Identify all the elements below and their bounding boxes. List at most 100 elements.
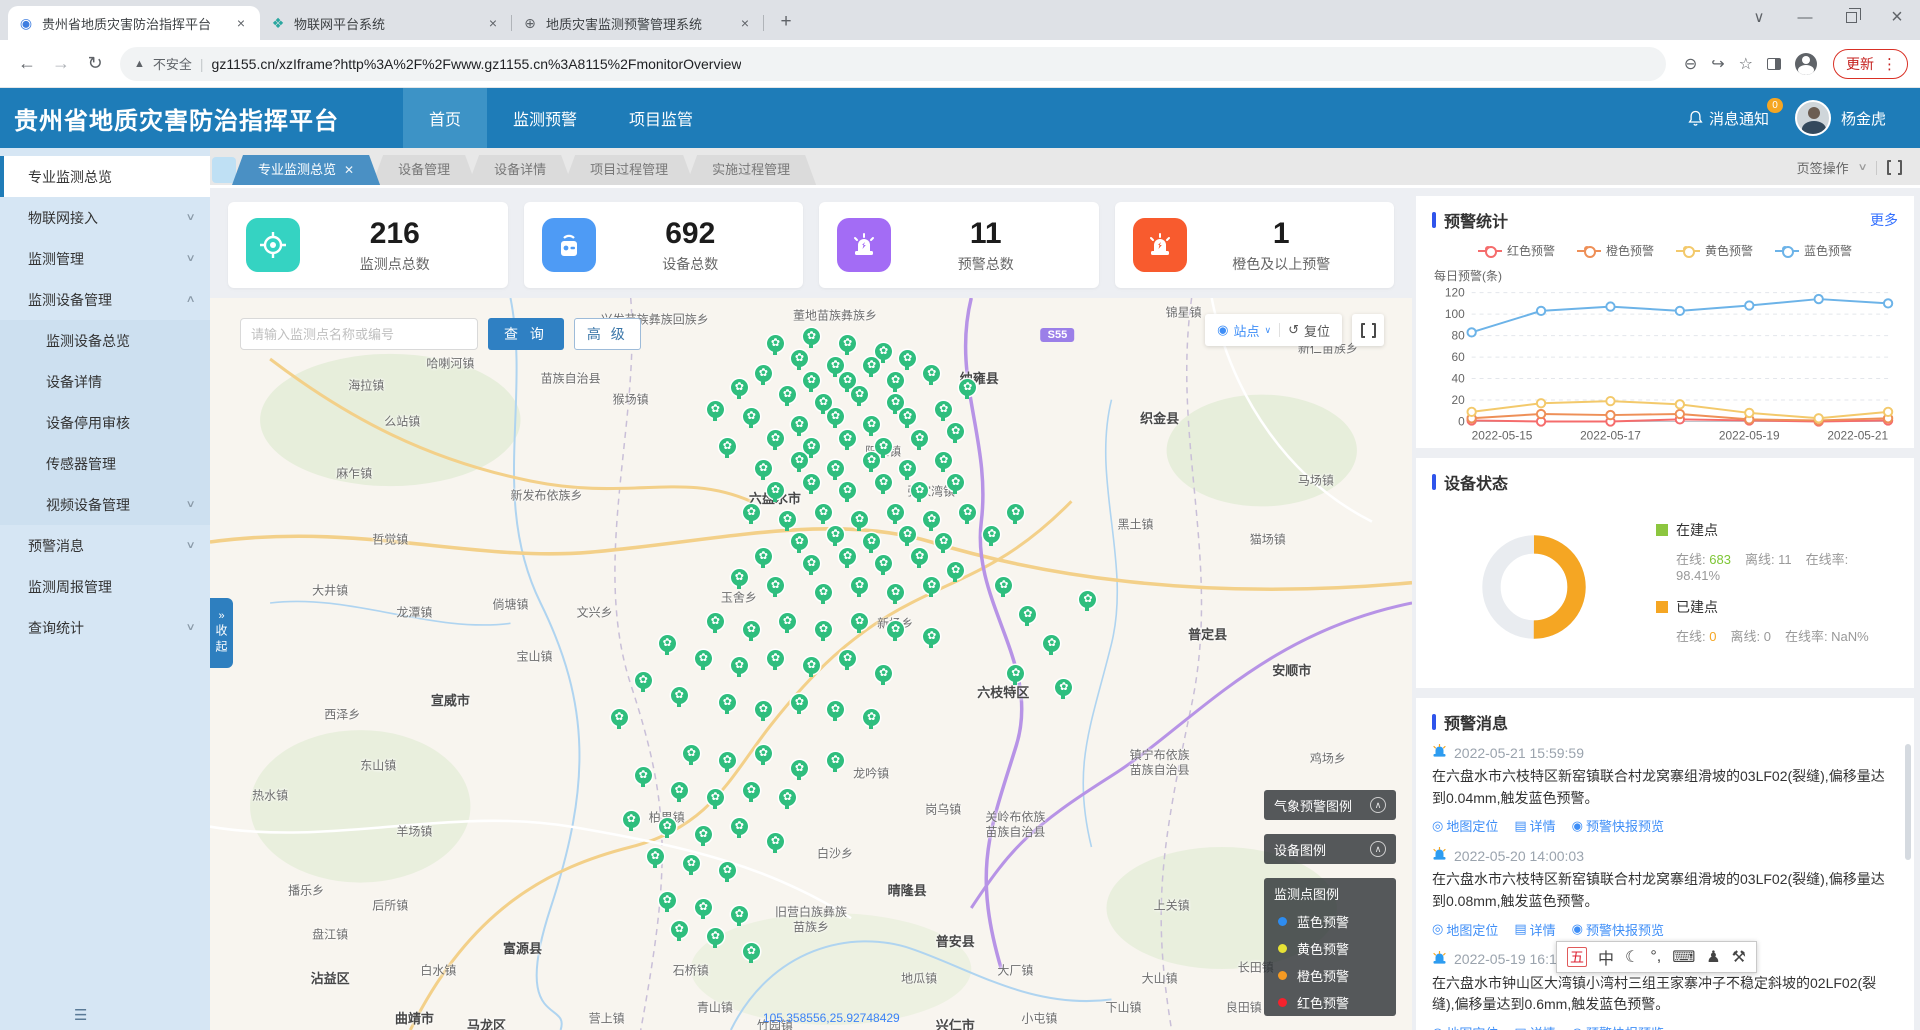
monitor-point-marker[interactable]: ✿ xyxy=(695,650,712,667)
reload-icon[interactable]: ↻ xyxy=(80,49,110,79)
monitor-point-marker[interactable]: ✿ xyxy=(815,584,832,601)
side-panel-icon[interactable] xyxy=(1767,58,1781,70)
monitor-point-marker[interactable]: ✿ xyxy=(839,482,856,499)
more-link[interactable]: 更多 xyxy=(1870,210,1898,230)
monitor-point-marker[interactable]: ✿ xyxy=(911,482,928,499)
monitor-point-marker[interactable]: ✿ xyxy=(779,511,796,528)
monitor-point-marker[interactable]: ✿ xyxy=(719,862,736,879)
message-link-详情[interactable]: ▤详情 xyxy=(1514,816,1555,835)
monitor-point-marker[interactable]: ✿ xyxy=(743,943,760,960)
zoom-out-icon[interactable]: ⊖ xyxy=(1684,54,1697,74)
bookmark-star-icon[interactable]: ☆ xyxy=(1739,54,1753,74)
monitor-point-marker[interactable]: ✿ xyxy=(755,745,772,762)
punctuation-key[interactable]: °, xyxy=(1650,948,1661,966)
monitor-point-marker[interactable]: ✿ xyxy=(683,745,700,762)
monitor-point-marker[interactable]: ✿ xyxy=(803,372,820,389)
reset-button[interactable]: ↺ 复位 xyxy=(1288,321,1330,340)
monitor-point-marker[interactable]: ✿ xyxy=(839,548,856,565)
monitor-point-marker[interactable]: ✿ xyxy=(815,621,832,638)
message-link-详情[interactable]: ▤详情 xyxy=(1514,1023,1555,1030)
sidebar-item-视频设备管理[interactable]: 视频设备管理∨ xyxy=(0,484,210,525)
share-icon[interactable]: ↪ xyxy=(1711,54,1724,74)
monitor-point-marker[interactable]: ✿ xyxy=(707,928,724,945)
monitor-point-marker[interactable]: ✿ xyxy=(743,782,760,799)
monitor-point-marker[interactable]: ✿ xyxy=(611,709,628,726)
settings-key[interactable]: ⚒ xyxy=(1732,947,1746,967)
monitor-point-marker[interactable]: ✿ xyxy=(791,694,808,711)
chinese-mode-key[interactable]: 中 xyxy=(1598,945,1614,969)
message-link-地图定位[interactable]: ◎地图定位 xyxy=(1432,1023,1498,1030)
monitor-point-marker[interactable]: ✿ xyxy=(1007,504,1024,521)
browser-tab[interactable]: ◉贵州省地质灾害防治指挥平台× xyxy=(8,6,260,40)
tab-ops-label[interactable]: 页签操作 xyxy=(1797,158,1849,177)
monitor-point-marker[interactable]: ✿ xyxy=(899,526,916,543)
monitor-point-marker[interactable]: ✿ xyxy=(827,460,844,477)
monitor-point-marker[interactable]: ✿ xyxy=(1007,665,1024,682)
monitor-point-marker[interactable]: ✿ xyxy=(983,526,1000,543)
monitor-point-marker[interactable]: ✿ xyxy=(815,394,832,411)
sidebar-fold-button[interactable]: » 收起 xyxy=(210,598,233,668)
monitor-point-marker[interactable]: ✿ xyxy=(635,767,652,784)
monitor-point-marker[interactable]: ✿ xyxy=(731,379,748,396)
monitor-point-marker[interactable]: ✿ xyxy=(671,687,688,704)
monitor-point-marker[interactable]: ✿ xyxy=(791,416,808,433)
site-dropdown[interactable]: ◉ 站点 ∨ xyxy=(1217,321,1271,340)
monitor-point-marker[interactable]: ✿ xyxy=(923,577,940,594)
close-icon[interactable]: × xyxy=(736,14,754,32)
monitor-point-marker[interactable]: ✿ xyxy=(719,694,736,711)
monitor-point-marker[interactable]: ✿ xyxy=(923,511,940,528)
monitor-point-marker[interactable]: ✿ xyxy=(671,921,688,938)
monitor-point-marker[interactable]: ✿ xyxy=(731,906,748,923)
message-link-预警快报预览[interactable]: ◉预警快报预览 xyxy=(1572,1023,1664,1030)
monitor-point-marker[interactable]: ✿ xyxy=(803,328,820,345)
monitor-point-marker[interactable]: ✿ xyxy=(791,760,808,777)
monitor-point-marker[interactable]: ✿ xyxy=(995,577,1012,594)
monitor-point-marker[interactable]: ✿ xyxy=(851,577,868,594)
sidebar-item-设备详情[interactable]: 设备详情 xyxy=(0,361,210,402)
monitor-point-marker[interactable]: ✿ xyxy=(839,372,856,389)
monitor-point-marker[interactable]: ✿ xyxy=(911,548,928,565)
page-tab-设备管理[interactable]: 设备管理 xyxy=(372,155,476,185)
address-bar[interactable]: ▲ 不安全 | gz1155.cn/xzIframe?http%3A%2F%2F… xyxy=(120,47,1666,81)
monitor-point-marker[interactable]: ✿ xyxy=(887,504,904,521)
monitor-point-marker[interactable]: ✿ xyxy=(959,504,976,521)
message-link-地图定位[interactable]: ◎地图定位 xyxy=(1432,816,1498,835)
sidebar-item-传感器管理[interactable]: 传感器管理 xyxy=(0,443,210,484)
monitor-point-marker[interactable]: ✿ xyxy=(815,504,832,521)
monitor-point-marker[interactable]: ✿ xyxy=(875,555,892,572)
monitor-point-marker[interactable]: ✿ xyxy=(863,416,880,433)
monitor-point-marker[interactable]: ✿ xyxy=(719,438,736,455)
monitor-point-marker[interactable]: ✿ xyxy=(659,635,676,652)
monitor-point-marker[interactable]: ✿ xyxy=(779,789,796,806)
select-area-button[interactable] xyxy=(1352,314,1384,346)
monitor-point-marker[interactable]: ✿ xyxy=(863,533,880,550)
monitor-point-marker[interactable]: ✿ xyxy=(875,665,892,682)
message-link-详情[interactable]: ▤详情 xyxy=(1514,920,1555,939)
sidebar-item-预警消息[interactable]: 预警消息∨ xyxy=(0,525,210,566)
monitor-point-marker[interactable]: ✿ xyxy=(887,621,904,638)
notifications-button[interactable]: 消息通知 0 xyxy=(1688,108,1769,129)
page-tab-专业监测总览[interactable]: 专业监测总览✕ xyxy=(232,155,380,185)
sidebar-collapse-icon[interactable]: ☰ xyxy=(74,1006,87,1024)
sidebar-item-设备停用审核[interactable]: 设备停用审核 xyxy=(0,402,210,443)
nav-item-首页[interactable]: 首页 xyxy=(403,88,487,148)
monitor-point-marker[interactable]: ✿ xyxy=(887,394,904,411)
monitor-point-marker[interactable]: ✿ xyxy=(695,826,712,843)
sidebar-item-物联网接入[interactable]: 物联网接入∨ xyxy=(0,197,210,238)
nav-item-项目监管[interactable]: 项目监管 xyxy=(603,88,719,148)
sidebar-item-监测周报管理[interactable]: 监测周报管理 xyxy=(0,566,210,607)
user-menu[interactable]: 杨金虎 xyxy=(1795,100,1886,136)
page-tab-项目过程管理[interactable]: 项目过程管理 xyxy=(564,155,694,185)
monitor-point-marker[interactable]: ✿ xyxy=(803,555,820,572)
advanced-button[interactable]: 高 级 xyxy=(574,318,641,350)
browser-update-button[interactable]: 更新 ⋮ xyxy=(1833,49,1908,79)
collapse-icon[interactable]: ∧ xyxy=(1370,841,1386,857)
kebab-menu-icon[interactable]: ⋮ xyxy=(1882,55,1903,73)
monitor-point-marker[interactable]: ✿ xyxy=(899,460,916,477)
monitor-point-marker[interactable]: ✿ xyxy=(827,526,844,543)
window-close-icon[interactable]: × xyxy=(1874,0,1920,34)
monitor-point-marker[interactable]: ✿ xyxy=(659,818,676,835)
monitor-point-marker[interactable]: ✿ xyxy=(863,709,880,726)
monitor-point-marker[interactable]: ✿ xyxy=(683,855,700,872)
back-icon[interactable]: ← xyxy=(12,49,42,79)
